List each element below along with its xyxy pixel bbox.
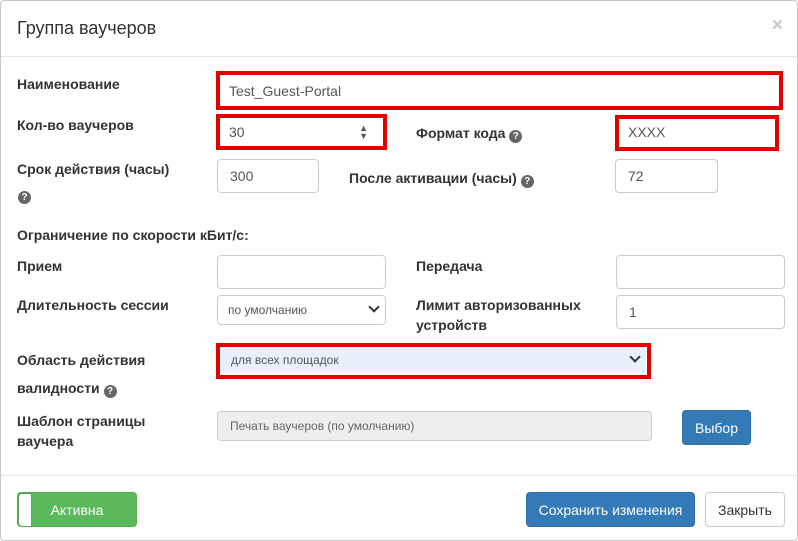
speed-limit-heading: Ограничение по скорости кБит/с:: [17, 227, 249, 243]
template-label: Шаблон страницы ваучера: [17, 413, 146, 449]
session-duration-value: по умолчанию: [228, 303, 308, 317]
device-limit-label: Лимит авторизованных устройств: [416, 297, 581, 333]
active-toggle[interactable]: Активна: [17, 492, 137, 527]
footer-divider: [1, 475, 797, 476]
close-icon[interactable]: ×: [772, 15, 783, 37]
code-format-label: Формат кода ?: [416, 123, 523, 143]
after-activation-input[interactable]: 72: [615, 159, 718, 193]
device-limit-input[interactable]: 1: [616, 295, 785, 329]
choose-template-button[interactable]: Выбор: [682, 410, 751, 445]
count-highlight: [216, 114, 387, 150]
help-icon[interactable]: ?: [103, 385, 117, 398]
transmit-input[interactable]: [616, 255, 785, 289]
count-label: Кол-во ваучеров: [17, 117, 134, 133]
session-duration-label: Длительность сессии: [17, 297, 169, 313]
code-format-highlight: [615, 115, 779, 151]
help-icon[interactable]: ?: [18, 191, 31, 204]
chevron-down-icon: [368, 301, 380, 313]
receive-label: Прием: [17, 258, 63, 274]
save-button[interactable]: Сохранить изменения: [526, 492, 695, 527]
help-icon[interactable]: ?: [520, 175, 534, 188]
validity-input[interactable]: 300: [217, 159, 319, 193]
after-activation-label: После активации (часы) ?: [349, 168, 534, 188]
name-highlight: [216, 71, 783, 110]
name-label: Наименование: [17, 76, 120, 92]
close-button[interactable]: Закрыть: [705, 492, 785, 527]
transmit-label: Передача: [416, 258, 483, 274]
scope-highlight: [216, 343, 651, 379]
scope-label: Область действия валидности ?: [17, 352, 146, 398]
dialog-title: Группа ваучеров: [17, 18, 157, 38]
session-duration-select[interactable]: по умолчанию: [217, 295, 386, 325]
help-icon[interactable]: ?: [509, 130, 523, 143]
template-input: Печать ваучеров (по умолчанию): [217, 411, 652, 441]
dialog-header: Группа ваучеров ×: [1, 1, 797, 57]
toggle-knob[interactable]: [18, 493, 32, 527]
active-toggle-label: Активна: [50, 501, 104, 518]
validity-label: Срок действия (часы): [17, 161, 170, 177]
receive-input[interactable]: [217, 255, 386, 289]
voucher-group-dialog: Группа ваучеров × Наименование Test_Gues…: [0, 0, 798, 541]
